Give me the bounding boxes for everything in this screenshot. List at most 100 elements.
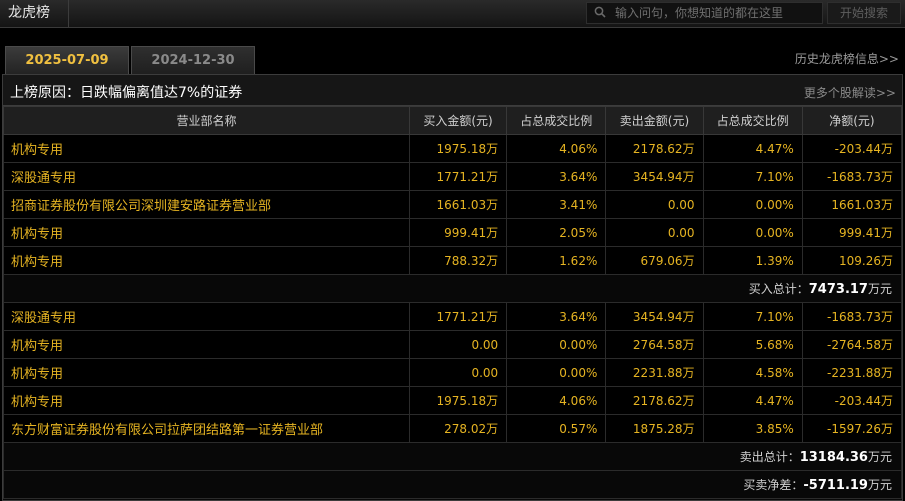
table-cell: 3454.94万 [605, 162, 704, 191]
table-row: 东方财富证券股份有限公司拉萨团结路第一证券营业部 278.02万 0.57% 1875… [3, 414, 903, 443]
table-cell: 2764.58万 [605, 330, 704, 359]
table-cell: 1771.21万 [408, 162, 508, 191]
table-cell: 2178.62万 [605, 134, 704, 163]
table-cell: 0.00% [506, 330, 607, 359]
broker-name-link[interactable]: 机构专用 [3, 218, 410, 247]
search-placeholder: 输入问句，你想知道的都在这里 [615, 6, 784, 20]
sell-total-unit: 万元 [867, 450, 892, 464]
table-cell: 1875.28万 [605, 414, 704, 443]
table-cell: 0.00 [408, 358, 508, 387]
table-cell: 0.00% [702, 190, 803, 219]
table-cell: 1661.03万 [408, 190, 508, 219]
table-cell: 4.58% [702, 358, 803, 387]
table-row: 机构专用 0.00 0.00% 2231.88万 4.58% -2231.88万 [3, 358, 903, 387]
table-cell: 7.10% [702, 162, 803, 191]
table-cell: 3.41% [506, 190, 607, 219]
table-cell: 2231.88万 [605, 358, 704, 387]
table-row: 招商证券股份有限公司深圳建安路证券营业部 1661.03万 3.41% 0.00 0.0… [3, 190, 903, 219]
table-cell: 0.00 [605, 190, 704, 219]
table-cell: -1683.73万 [801, 302, 903, 331]
table-cell: 4.47% [702, 386, 803, 415]
table-header: 营业部名称 买入金额(元) 占总成交比例 卖出金额(元) 占总成交比例 净额(元… [3, 106, 903, 135]
column-header: 净额(元) [801, 106, 903, 135]
search-button[interactable]: 开始搜索 [827, 2, 901, 24]
broker-name-link[interactable]: 机构专用 [3, 246, 410, 275]
more-analysis-link[interactable]: 更多个股解读>> [804, 84, 896, 101]
net-difference-label: 买卖净差： [743, 478, 804, 492]
broker-name-link[interactable]: 深股通专用 [3, 302, 410, 331]
broker-name-link[interactable]: 东方财富证券股份有限公司拉萨团结路第一证券营业部 [3, 414, 410, 443]
net-difference-row: 买卖净差：-5711.19万元 [3, 470, 902, 499]
search-input[interactable]: 输入问句，你想知道的都在这里 [586, 2, 823, 24]
table-cell: 4.06% [506, 386, 607, 415]
ranking-panel: 上榜原因：日跌幅偏离值达7%的证券 更多个股解读>> 营业部名称 买入金额(元)… [2, 74, 903, 501]
broker-name-link[interactable]: 深股通专用 [3, 162, 410, 191]
table-cell: 1.39% [702, 246, 803, 275]
table-cell: 278.02万 [408, 414, 508, 443]
table-cell: 1771.21万 [408, 302, 508, 331]
search-icon [594, 6, 606, 18]
buy-total-unit: 万元 [867, 282, 892, 296]
table-cell: 3.85% [702, 414, 803, 443]
reason-text: 上榜原因：日跌幅偏离值达7%的证券 [10, 85, 243, 101]
net-difference: 买卖净差：-5711.19万元 [3, 470, 902, 499]
table-row: 深股通专用 1771.21万 3.64% 3454.94万 7.10% -1683.73万 [3, 302, 903, 331]
table-cell: -1597.26万 [801, 414, 903, 443]
sell-total-label: 卖出总计： [739, 450, 800, 464]
table-cell: 788.32万 [408, 246, 508, 275]
table-cell: 1.62% [506, 246, 607, 275]
table-row: 深股通专用 1771.21万 3.64% 3454.94万 7.10% -1683.73万 [3, 162, 903, 191]
table-cell: 2178.62万 [605, 386, 704, 415]
table-cell: -2764.58万 [801, 330, 903, 359]
net-difference-unit: 万元 [867, 478, 892, 492]
column-header: 买入金额(元) [408, 106, 508, 135]
table-cell: 679.06万 [605, 246, 704, 275]
column-header: 占总成交比例 [702, 106, 803, 135]
tab-date-2[interactable]: 2024-12-30 [131, 46, 255, 74]
sell-total-row: 卖出总计：13184.36万元 [3, 442, 902, 471]
table-cell: 0.00 [408, 330, 508, 359]
date-tabs: 2025-07-09 2024-12-30 历史龙虎榜信息>> [0, 46, 905, 74]
table-row: 机构专用 788.32万 1.62% 679.06万 1.39% 109.26万 [3, 246, 903, 275]
sell-total: 卖出总计：13184.36万元 [3, 442, 902, 471]
table-cell: 4.06% [506, 134, 607, 163]
net-difference-value: -5711.19 [803, 478, 868, 493]
broker-name-link[interactable]: 机构专用 [3, 358, 410, 387]
app-title: 龙虎榜 [0, 0, 69, 27]
table-cell: 3454.94万 [605, 302, 704, 331]
broker-name-link[interactable]: 机构专用 [3, 134, 410, 163]
table-row: 机构专用 1975.18万 4.06% 2178.62万 4.47% -203.44万 [3, 386, 903, 415]
table-row: 机构专用 0.00 0.00% 2764.58万 5.68% -2764.58万 [3, 330, 903, 359]
table-row: 机构专用 1975.18万 4.06% 2178.62万 4.47% -203.44万 [3, 134, 903, 163]
column-header: 营业部名称 [3, 106, 410, 135]
reason-bar: 上榜原因：日跌幅偏离值达7%的证券 更多个股解读>> [3, 75, 902, 106]
history-link[interactable]: 历史龙虎榜信息>> [795, 50, 899, 67]
table-cell: 5.68% [702, 330, 803, 359]
table-cell: 3.64% [506, 162, 607, 191]
top-bar: 龙虎榜 输入问句，你想知道的都在这里 开始搜索 [0, 0, 905, 28]
table-cell: 1975.18万 [408, 386, 508, 415]
table-cell: 0.00% [702, 218, 803, 247]
table-cell: 999.41万 [801, 218, 903, 247]
table-cell: 2.05% [506, 218, 607, 247]
buy-total-value: 7473.17 [808, 282, 868, 297]
buy-total-label: 买入总计： [748, 282, 809, 296]
column-header: 占总成交比例 [506, 106, 607, 135]
buy-total: 买入总计：7473.17万元 [3, 274, 902, 303]
table-cell: 4.47% [702, 134, 803, 163]
table-cell: -203.44万 [801, 134, 903, 163]
broker-name-link[interactable]: 招商证券股份有限公司深圳建安路证券营业部 [3, 190, 410, 219]
table-cell: 1975.18万 [408, 134, 508, 163]
table-cell: 0.00 [605, 218, 704, 247]
sell-total-value: 13184.36 [799, 450, 868, 465]
table-cell: 3.64% [506, 302, 607, 331]
trading-table: 营业部名称 买入金额(元) 占总成交比例 卖出金额(元) 占总成交比例 净额(元… [3, 106, 903, 499]
table-cell: -1683.73万 [801, 162, 903, 191]
tab-date-1[interactable]: 2025-07-09 [5, 46, 129, 74]
table-cell: 109.26万 [801, 246, 903, 275]
broker-name-link[interactable]: 机构专用 [3, 330, 410, 359]
table-cell: 0.57% [506, 414, 607, 443]
table-cell: -2231.88万 [801, 358, 903, 387]
broker-name-link[interactable]: 机构专用 [3, 386, 410, 415]
table-cell: 1661.03万 [801, 190, 903, 219]
